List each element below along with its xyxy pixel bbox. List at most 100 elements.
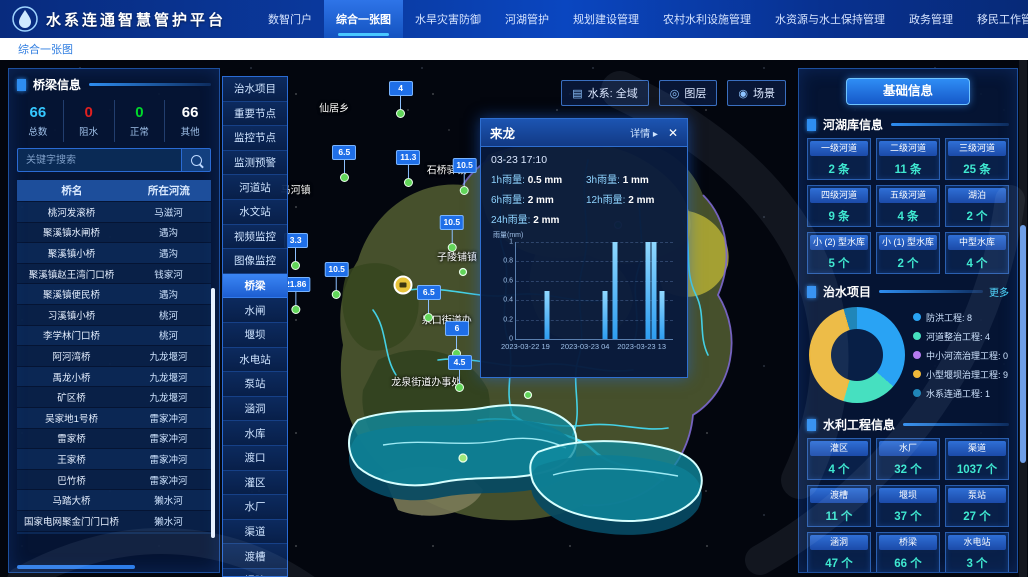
layer-menu-item[interactable]: 渠道 bbox=[223, 520, 287, 545]
table-row[interactable]: 习溪镇小桥桃河 bbox=[17, 305, 211, 325]
chart-x-tick: 2023-03-22 19 bbox=[501, 342, 550, 351]
nav-item[interactable]: 规划建设管理 bbox=[561, 0, 651, 38]
table-row[interactable]: 聚溪镇便民桥遇沟 bbox=[17, 284, 211, 304]
layer-menu-item[interactable]: 涵洞 bbox=[223, 397, 287, 422]
popup-detail-link[interactable]: 详情 ▸ bbox=[630, 125, 658, 140]
table-row[interactable]: 吴家地1号桥雷家冲河 bbox=[17, 408, 211, 428]
map-marker[interactable]: 10.5 bbox=[324, 262, 349, 299]
nav-item[interactable]: 水旱灾害防御 bbox=[403, 0, 493, 38]
layer-menu-item[interactable]: 重要节点 bbox=[223, 102, 287, 127]
layer-menu-item[interactable]: 治水项目 bbox=[223, 77, 287, 102]
nav-item[interactable]: 移民工作管理 bbox=[965, 0, 1028, 38]
map-marker[interactable]: 6 bbox=[445, 321, 469, 358]
layer-menu-item[interactable]: 渡槽 bbox=[223, 544, 287, 569]
info-card-label: 中型水库 bbox=[948, 235, 1006, 250]
table-row[interactable]: 雷家桥雷家冲河 bbox=[17, 429, 211, 449]
breadcrumb[interactable]: 综合一张图 bbox=[18, 41, 73, 57]
map-control-button[interactable]: ◎图层 bbox=[659, 80, 718, 106]
layer-menu-item[interactable]: 图像监控 bbox=[223, 249, 287, 274]
layer-menu-item[interactable]: 监控节点 bbox=[223, 126, 287, 151]
legend-dot-icon bbox=[913, 370, 921, 378]
table-row[interactable]: 马踏大桥獭水河 bbox=[17, 490, 211, 510]
marker-dot-icon bbox=[447, 243, 456, 252]
map-marker[interactable]: 6.5 bbox=[417, 285, 441, 322]
layer-menu-item[interactable]: 河道站 bbox=[223, 175, 287, 200]
layer-menu-item[interactable]: 泵站 bbox=[223, 372, 287, 397]
close-icon[interactable]: ✕ bbox=[668, 126, 678, 140]
table-row[interactable]: 李学林门口桥桃河 bbox=[17, 326, 211, 346]
layer-menu-item[interactable]: 水闸 bbox=[223, 298, 287, 323]
layer-menu-item[interactable]: 水库 bbox=[223, 421, 287, 446]
cell-bridge-name: 禹龙小桥 bbox=[17, 370, 126, 384]
info-card: 桥梁66 个 bbox=[876, 532, 940, 573]
layer-menu-item[interactable]: 视频监控 bbox=[223, 225, 287, 250]
nav-item[interactable]: 数智门户 bbox=[256, 0, 324, 38]
info-card: 湖泊2 个 bbox=[945, 185, 1009, 227]
nav-item[interactable]: 综合一张图 bbox=[324, 0, 403, 38]
nav-item[interactable]: 政务管理 bbox=[897, 0, 965, 38]
map-marker[interactable]: 10.5 bbox=[452, 158, 477, 195]
cell-river-name: 马滋河 bbox=[126, 205, 211, 219]
scrollbar-thumb[interactable] bbox=[1020, 225, 1026, 463]
layer-menu-item[interactable]: 灌区 bbox=[223, 471, 287, 496]
map-control-button[interactable]: ◉场景 bbox=[727, 80, 786, 106]
layer-menu-item[interactable]: 水厂 bbox=[223, 495, 287, 520]
legend-item: 小型堰坝治理工程: 9 bbox=[913, 368, 1009, 381]
info-card: 水电站3 个 bbox=[945, 532, 1009, 573]
cell-river-name: 遇沟 bbox=[126, 246, 211, 260]
marker-stem bbox=[295, 248, 296, 261]
table-row[interactable]: 禹龙小桥九龙堰河 bbox=[17, 367, 211, 387]
layer-menu-item[interactable]: 水文站 bbox=[223, 200, 287, 225]
map-control-label: 场景 bbox=[753, 85, 775, 101]
map-control-button[interactable]: ▤水系: 全域 bbox=[561, 80, 649, 106]
cell-bridge-name: 阿河湾桥 bbox=[17, 349, 126, 363]
layer-menu-item[interactable]: 桥梁 bbox=[223, 274, 287, 299]
map-marker[interactable]: 10.5 bbox=[440, 215, 465, 252]
chart-x-tick: 2023-03-23 04 bbox=[561, 342, 610, 351]
table-row[interactable]: 矿区桥九龙堰河 bbox=[17, 387, 211, 407]
map-control-label: 水系: 全域 bbox=[588, 85, 638, 101]
bridge-stat: 0正常 bbox=[114, 100, 165, 142]
basic-info-button[interactable]: 基础信息 bbox=[846, 78, 970, 105]
camera-marker-icon[interactable] bbox=[394, 275, 413, 294]
cell-river-name: 獭水河 bbox=[126, 514, 211, 528]
chart-bar bbox=[545, 291, 550, 340]
nav-item[interactable]: 农村水利设施管理 bbox=[651, 0, 763, 38]
nav-item[interactable]: 河湖管护 bbox=[493, 0, 561, 38]
layer-menu-item[interactable]: 渡口 bbox=[223, 446, 287, 471]
table-row[interactable]: 桃河发滚桥马滋河 bbox=[17, 202, 211, 222]
bridge-panel-title: 桥梁信息 bbox=[33, 76, 81, 93]
table-row[interactable]: 阿河湾桥九龙堰河 bbox=[17, 346, 211, 366]
projects-more-link[interactable]: 更多 bbox=[989, 284, 1009, 299]
table-horizontal-scrollbar[interactable] bbox=[17, 565, 135, 569]
cell-bridge-name: 聚溪镇小桥 bbox=[17, 246, 126, 260]
table-row[interactable]: 集雨水坝桥獭水河 bbox=[17, 532, 211, 535]
layer-menu-item[interactable]: 堰坝 bbox=[223, 323, 287, 348]
search-button[interactable] bbox=[181, 148, 211, 172]
table-vertical-scrollbar[interactable] bbox=[211, 288, 215, 538]
table-row[interactable]: 聚溪镇水闸桥遇沟 bbox=[17, 223, 211, 243]
info-card-value: 4 个 bbox=[808, 458, 870, 479]
table-row[interactable]: 巴竹桥雷家冲河 bbox=[17, 470, 211, 490]
layer-menu-item[interactable]: 堤防 bbox=[223, 569, 287, 577]
table-row[interactable]: 聚溪镇赵王湾门口桥钱家河 bbox=[17, 264, 211, 284]
window-scrollbar[interactable] bbox=[1019, 60, 1027, 577]
nav-item[interactable]: 水资源与水土保持管理 bbox=[763, 0, 897, 38]
table-row[interactable]: 王家桥雷家冲河 bbox=[17, 449, 211, 469]
marker-stem bbox=[459, 370, 460, 383]
map-marker[interactable]: 4 bbox=[389, 81, 413, 118]
table-row[interactable]: 聚溪镇小桥遇沟 bbox=[17, 243, 211, 263]
layer-menu-item[interactable]: 监测预警 bbox=[223, 151, 287, 176]
layer-menu-item[interactable]: 水电站 bbox=[223, 348, 287, 373]
search-input[interactable] bbox=[17, 148, 181, 172]
marker-dot-icon bbox=[291, 305, 300, 314]
main-nav: 数智门户综合一张图水旱灾害防御河湖管护规划建设管理农村水利设施管理水资源与水土保… bbox=[256, 0, 1028, 38]
table-row[interactable]: 国家电网聚金门门口桥獭水河 bbox=[17, 511, 211, 531]
map-marker[interactable]: 11.3 bbox=[396, 150, 420, 187]
map-marker[interactable]: 6.5 bbox=[332, 145, 356, 182]
map-marker[interactable]: 4.5 bbox=[448, 355, 472, 392]
info-card-value: 27 个 bbox=[946, 505, 1008, 526]
chart-y-tick: 1 bbox=[494, 239, 513, 246]
marker-value-badge: 4.5 bbox=[448, 355, 472, 370]
col-river-name: 所在河流 bbox=[127, 183, 211, 198]
